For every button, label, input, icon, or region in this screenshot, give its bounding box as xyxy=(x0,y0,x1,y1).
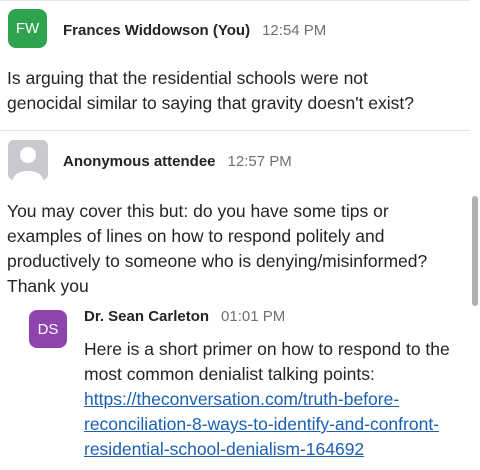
message-time: 01:01 PM xyxy=(221,308,286,325)
message-line: most common denialist talking points: xyxy=(84,364,375,384)
article-link[interactable]: https://theconversation.com/truth-before… xyxy=(84,387,468,462)
message-divider xyxy=(0,130,470,131)
avatar-anonymous[interactable] xyxy=(8,140,48,180)
message-line: examples of lines on how to respond poli… xyxy=(7,226,385,246)
message-line: Here is a short primer on how to respond… xyxy=(84,339,450,359)
message-line: Thank you xyxy=(7,276,89,296)
message-header: Frances Widdowson (You) 12:54 PM xyxy=(63,22,326,39)
person-icon xyxy=(8,140,48,180)
link-line[interactable]: https://theconversation.com/truth-before… xyxy=(84,387,468,412)
message-time: 12:57 PM xyxy=(227,153,292,170)
message-header: Anonymous attendee 12:57 PM xyxy=(63,153,292,170)
sender-name: Dr. Sean Carleton xyxy=(84,308,210,325)
message-line: genocidal similar to saying that gravity… xyxy=(7,93,415,113)
message-line: Is arguing that the residential schools … xyxy=(7,68,368,88)
message-line: You may cover this but: do you have some… xyxy=(7,201,389,221)
link-line[interactable]: residential-school-denialism-164692 xyxy=(84,437,468,462)
scrollbar-thumb[interactable] xyxy=(472,196,478,306)
link-line[interactable]: reconciliation-8-ways-to-identify-and-co… xyxy=(84,412,468,437)
message-header: Dr. Sean Carleton 01:01 PM xyxy=(84,308,285,325)
avatar-initials: FW xyxy=(15,20,40,37)
chat-panel: FW Frances Widdowson (You) 12:54 PM Is a… xyxy=(0,0,470,470)
avatar-sean-carleton[interactable]: DS xyxy=(29,310,67,348)
avatar-initials: DS xyxy=(37,320,59,338)
sender-name: Frances Widdowson (You) xyxy=(63,22,251,39)
message-body: You may cover this but: do you have some… xyxy=(7,199,467,299)
message-time: 12:54 PM xyxy=(262,22,327,39)
message-line: productively to someone who is denying/m… xyxy=(7,251,428,271)
avatar-frances-widdowson[interactable]: FW xyxy=(8,9,47,48)
message-body: Here is a short primer on how to respond… xyxy=(84,337,468,462)
sender-name: Anonymous attendee xyxy=(63,153,216,170)
top-divider xyxy=(0,0,470,1)
message-body: Is arguing that the residential schools … xyxy=(7,66,467,116)
